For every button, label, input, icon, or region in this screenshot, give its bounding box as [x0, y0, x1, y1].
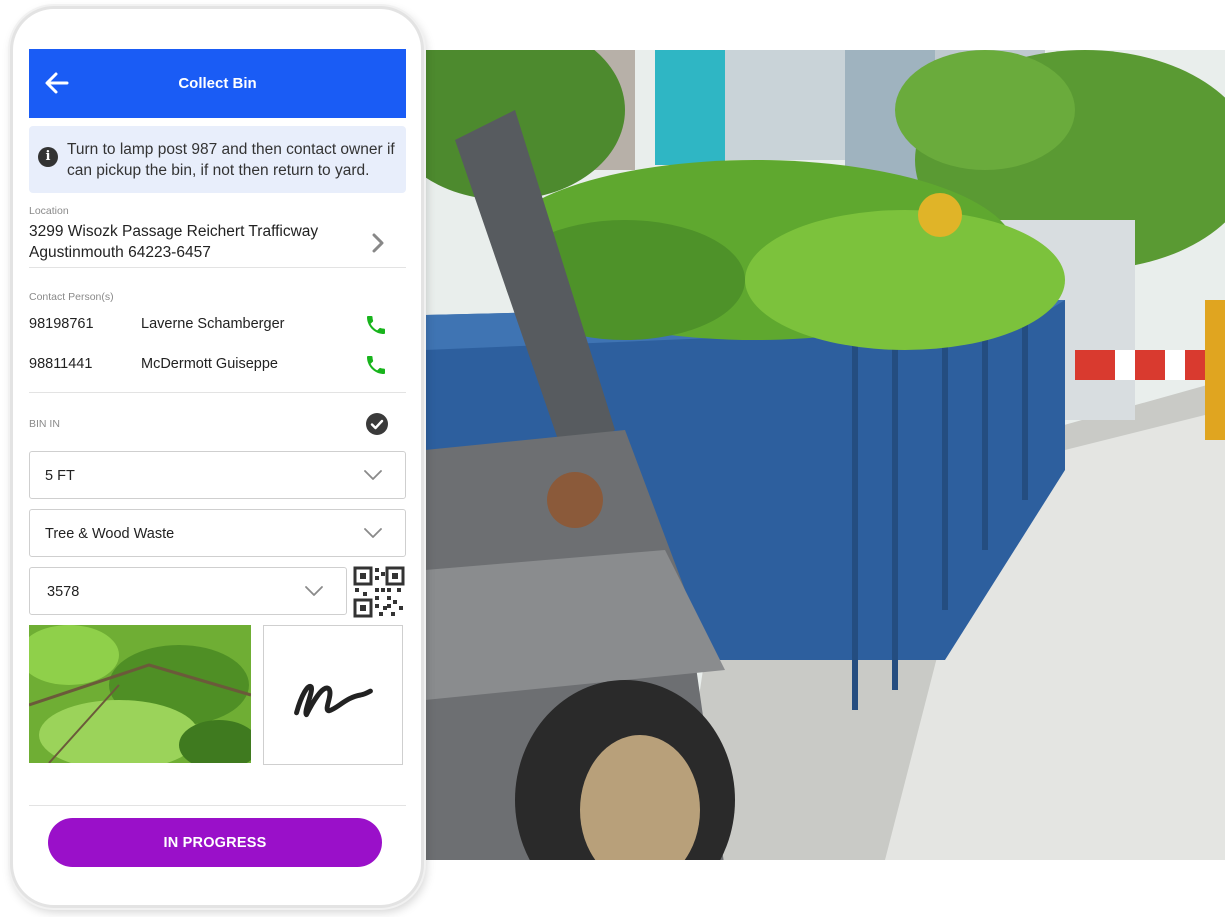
divider — [29, 392, 406, 393]
bin-photo-thumbnail[interactable] — [29, 625, 251, 763]
chevron-down-icon — [305, 586, 323, 596]
bin-in-row: BIN IN — [29, 411, 406, 435]
signature-drawing — [294, 683, 373, 718]
qr-code-icon[interactable] — [353, 566, 405, 618]
instruction-notice: i Turn to lamp post 987 and then contact… — [29, 126, 406, 193]
waste-type-select[interactable]: Tree & Wood Waste — [29, 509, 406, 557]
signature-pad[interactable] — [263, 625, 403, 765]
notice-text: Turn to lamp post 987 and then contact o… — [67, 141, 395, 179]
location-address-line2: Agustinmouth 64223-6457 — [29, 244, 211, 261]
bin-number-select[interactable]: 3578 — [29, 567, 347, 615]
bin-size-select[interactable]: 5 FT — [29, 451, 406, 499]
contact-name: McDermott Guiseppe — [141, 356, 278, 372]
phone-icon[interactable] — [364, 353, 388, 377]
app-bar: Collect Bin — [29, 49, 406, 118]
chevron-down-icon — [364, 528, 382, 538]
contact-name: Laverne Schamberger — [141, 316, 285, 332]
divider — [29, 267, 406, 268]
bin-size-value: 5 FT — [45, 468, 75, 484]
chevron-right-icon — [372, 233, 384, 253]
info-icon: i — [38, 147, 58, 167]
contacts-label: Contact Person(s) — [29, 291, 114, 303]
status-button[interactable]: IN PROGRESS — [48, 818, 382, 867]
check-circle-icon[interactable] — [366, 413, 388, 435]
waste-type-value: Tree & Wood Waste — [45, 526, 175, 542]
location-row[interactable]: 3299 Wisozk Passage Reichert Trafficway … — [29, 221, 406, 269]
contact-phone: 98811441 — [29, 356, 93, 372]
hero-photo-bin-truck — [425, 50, 1225, 860]
phone-icon[interactable] — [364, 313, 388, 337]
contact-phone: 98198761 — [29, 316, 94, 332]
chevron-down-icon — [364, 470, 382, 480]
divider — [29, 805, 406, 806]
bin-in-label: BIN IN — [29, 418, 60, 430]
contact-row: 98198761 Laverne Schamberger — [29, 313, 406, 337]
location-address-line1: 3299 Wisozk Passage Reichert Trafficway — [29, 223, 319, 240]
phone-mockup: Collect Bin i Turn to lamp post 987 and … — [10, 6, 424, 908]
bin-number-value: 3578 — [47, 584, 80, 600]
arrow-left-icon[interactable] — [41, 67, 73, 99]
location-label: Location — [29, 205, 69, 217]
page-title: Collect Bin — [178, 75, 257, 92]
contact-row: 98811441 McDermott Guiseppe — [29, 353, 406, 377]
